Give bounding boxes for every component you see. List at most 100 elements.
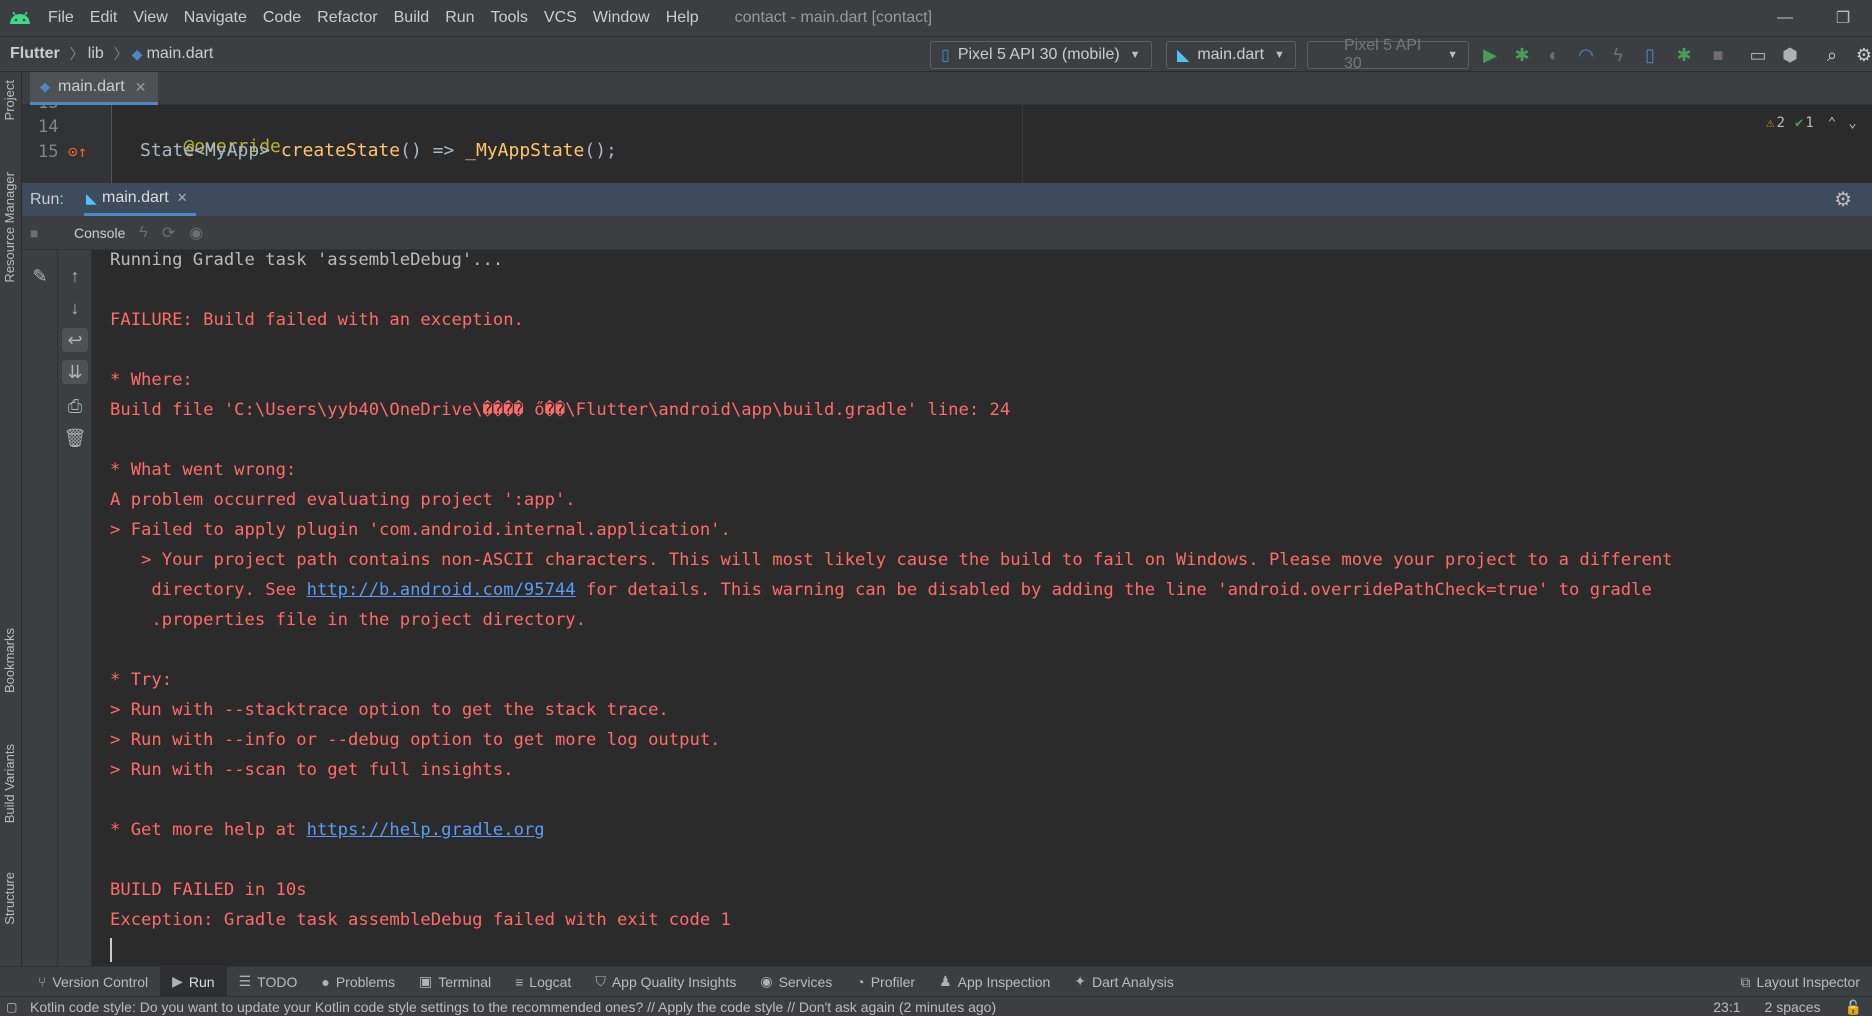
console-line: A problem occurred evaluating project ':… xyxy=(110,490,576,510)
editor-tab-main-dart[interactable]: ◆ main.dart ✕ xyxy=(30,72,159,105)
tool-window-problems[interactable]: ● Problems xyxy=(309,967,407,997)
close-icon[interactable]: ✕ xyxy=(135,79,147,96)
console-line: > Your project path contains non-ASCII c… xyxy=(110,550,1673,570)
console-line: .properties file in the project director… xyxy=(110,610,586,630)
tool-window-app-quality-insights[interactable]: ⛉ App Quality Insights xyxy=(583,967,748,997)
emulator-label: Pixel 5 API 30 xyxy=(1344,37,1422,72)
menu-code[interactable]: Code xyxy=(255,0,309,36)
status-bar: ▢ Kotlin code style: Do you want to upda… xyxy=(0,996,1872,1016)
menu-navigate[interactable]: Navigate xyxy=(176,0,255,36)
lock-icon[interactable]: 🔓 xyxy=(1845,999,1862,1016)
console-line: BUILD FAILED in 10s xyxy=(110,880,307,900)
chevron-down-icon: ▼ xyxy=(1129,49,1141,61)
tool-window-profiler[interactable]: ◔ Profiler xyxy=(844,967,927,997)
menu-vcs[interactable]: VCS xyxy=(536,0,585,36)
console-line: > Run with --scan to get full insights. xyxy=(110,760,514,780)
chevron-down-icon: ▼ xyxy=(1447,49,1458,61)
hot-reload-icon[interactable]: ϟ xyxy=(139,224,147,242)
menu-file[interactable]: File xyxy=(40,0,82,36)
menu-tools[interactable]: Tools xyxy=(483,0,536,36)
gradle-help-link[interactable]: https://help.gradle.org xyxy=(307,820,545,840)
arrow-down-icon[interactable]: ↓ xyxy=(62,296,88,320)
caret-position[interactable]: 23:1 xyxy=(1713,999,1740,1015)
inspection-widget[interactable]: ⚠ 2 ✔ 1 ⌃ ⌄ xyxy=(1766,115,1857,131)
tool-window-services[interactable]: ◉ Services xyxy=(748,967,844,997)
menu-refactor[interactable]: Refactor xyxy=(309,0,385,36)
sdk-manager-icon[interactable]: ⬢ xyxy=(1778,43,1802,67)
apply-changes-icon[interactable]: ▯ xyxy=(1638,43,1662,67)
menu-bar: File Edit View Navigate Code Refactor Bu… xyxy=(0,0,1872,36)
tool-window-app-inspection[interactable]: ♟ App Inspection xyxy=(927,967,1062,997)
breadcrumb-file[interactable]: main.dart xyxy=(147,45,214,63)
hot-reload-icon[interactable]: ϟ xyxy=(1606,43,1630,67)
settings-icon[interactable]: ⚙ xyxy=(1852,43,1872,67)
structure-tool-button[interactable]: Structure xyxy=(2,872,17,925)
coverage-icon[interactable]: ◐ xyxy=(1542,43,1566,67)
chevron-up-icon[interactable]: ⌃ xyxy=(1828,115,1836,131)
console-tab[interactable]: Console xyxy=(74,225,125,241)
project-tool-button[interactable]: Project xyxy=(2,80,17,120)
emulator-selector[interactable]: Pixel 5 API 30 ▼ xyxy=(1307,37,1469,72)
tool-window-layout-inspector[interactable]: ⧉ Layout Inspector xyxy=(1728,967,1872,997)
minimize-button[interactable]: — xyxy=(1756,0,1814,36)
code-editor[interactable]: 13 14 15 ⊙↑ @override State<MyApp> creat… xyxy=(22,105,1872,183)
tool-window-run[interactable]: ▶ Run xyxy=(160,966,227,997)
status-widgets: 23:1 2 spaces 🔓 xyxy=(1689,997,1862,1016)
console-output[interactable]: Running Gradle task 'assembleDebug'... F… xyxy=(92,250,1872,966)
run-window-label: Run: xyxy=(30,190,64,208)
stop-icon[interactable]: ■ xyxy=(30,225,38,241)
arrow-up-icon[interactable]: ↑ xyxy=(62,264,88,288)
resource-manager-tool-button[interactable]: Resource Manager xyxy=(2,172,17,283)
breadcrumb-project[interactable]: Flutter xyxy=(0,45,60,63)
tool-window-label: App Quality Insights xyxy=(611,973,737,990)
stop-icon[interactable]: ■ xyxy=(1706,43,1730,67)
menu-view[interactable]: View xyxy=(125,0,175,36)
menu-edit[interactable]: Edit xyxy=(82,0,126,36)
tool-window-logcat[interactable]: ≡ Logcat xyxy=(503,967,583,997)
profile-icon[interactable]: ◠ xyxy=(1574,43,1598,67)
scroll-to-end-icon[interactable]: ⇊ xyxy=(62,360,88,384)
override-marker-icon[interactable]: ⊙↑ xyxy=(68,142,87,161)
indent-setting[interactable]: 2 spaces xyxy=(1765,999,1821,1015)
chevron-down-icon[interactable]: ⌄ xyxy=(1848,115,1856,131)
devtools-icon[interactable]: ◉ xyxy=(189,223,203,243)
gear-icon[interactable]: ⚙ xyxy=(1834,187,1852,212)
tool-window-label: TODO xyxy=(257,973,298,990)
breadcrumb-folder[interactable]: lib xyxy=(88,45,104,63)
run-icon[interactable]: ▶ xyxy=(1478,43,1502,67)
run-config-selector[interactable]: ◣ main.dart ▼ xyxy=(1166,41,1296,69)
menu-window[interactable]: Window xyxy=(585,0,658,36)
terminal-icon: ▣ xyxy=(418,973,433,989)
soft-wrap-icon[interactable]: ↩ xyxy=(62,328,88,352)
run-tab-main-dart[interactable]: ◣ main.dart ✕ xyxy=(84,183,196,216)
search-icon[interactable]: ⌕ xyxy=(1820,43,1844,67)
status-message[interactable]: Kotlin code style: Do you want to update… xyxy=(30,999,996,1015)
pin-icon[interactable]: ✎ xyxy=(27,264,53,288)
notification-icon[interactable]: ▢ xyxy=(6,1000,17,1014)
debug-icon[interactable]: ✱ xyxy=(1510,43,1534,67)
android-issue-link[interactable]: http://b.android.com/95744 xyxy=(307,580,576,600)
code-end: (); xyxy=(584,140,617,161)
attach-debugger-icon[interactable]: ✱ xyxy=(1672,43,1696,67)
restore-button[interactable]: ❐ xyxy=(1814,0,1872,36)
menu-build[interactable]: Build xyxy=(386,0,438,36)
bookmarks-tool-button[interactable]: Bookmarks xyxy=(2,628,17,693)
trash-icon[interactable]: 🗑 xyxy=(62,426,88,450)
build-variants-tool-button[interactable]: Build Variants xyxy=(2,744,17,823)
menu-run[interactable]: Run xyxy=(437,0,482,36)
tool-window-version-control[interactable]: ⑂ Version Control xyxy=(26,967,160,997)
window-title: contact - main.dart [contact] xyxy=(734,9,933,26)
device-selector[interactable]: ▯ Pixel 5 API 30 (mobile) ▼ xyxy=(930,41,1152,69)
tool-window-todo[interactable]: ☰ TODO xyxy=(227,967,310,997)
play-icon: ▶ xyxy=(172,973,183,989)
tool-window-terminal[interactable]: ▣ Terminal xyxy=(407,967,503,997)
menu-help[interactable]: Help xyxy=(658,0,707,36)
print-icon[interactable]: ⎙ xyxy=(62,394,88,418)
console-line: * What went wrong: xyxy=(110,460,297,480)
code-arrow: () => xyxy=(400,140,466,161)
tool-window-dart-analysis[interactable]: ✦ Dart Analysis xyxy=(1062,967,1185,997)
device-manager-icon[interactable]: ▭ xyxy=(1746,43,1770,67)
hot-restart-icon[interactable]: ⟳ xyxy=(162,223,175,243)
close-icon[interactable]: ✕ xyxy=(177,190,188,206)
device-label: Pixel 5 API 30 (mobile) xyxy=(957,46,1120,63)
